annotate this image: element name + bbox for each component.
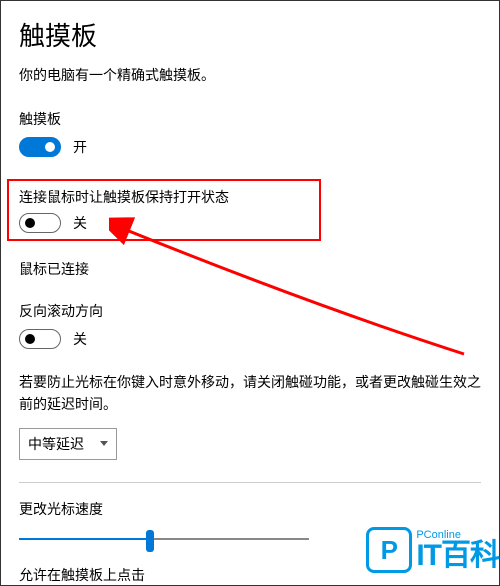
watermark: P PConline IT百科	[366, 527, 499, 573]
cursor-speed-label: 更改光标速度	[19, 499, 481, 519]
watermark-logo: P	[366, 527, 412, 573]
watermark-big: IT百科	[416, 541, 499, 571]
highlighted-setting: 连接鼠标时让触摸板保持打开状态 关	[7, 179, 321, 241]
cursor-speed-slider[interactable]	[19, 527, 309, 551]
reverse-scroll-state: 关	[73, 329, 87, 349]
keep-on-mouse-state: 关	[73, 213, 87, 233]
section-divider	[19, 482, 481, 483]
page-title: 触摸板	[19, 16, 481, 53]
touchpad-toggle[interactable]	[19, 137, 61, 157]
prevent-cursor-help: 若要防止光标在你键入时意外移动，请关闭触碰功能，或者更改触碰生效之前的延迟时间。	[19, 371, 481, 416]
keep-on-mouse-label: 连接鼠标时让触摸板保持打开状态	[19, 187, 309, 207]
page-subtitle: 你的电脑有一个精确式触摸板。	[19, 65, 481, 85]
delay-dropdown[interactable]: 中等延迟	[19, 428, 117, 460]
setting-reverse-scroll: 反向滚动方向 关	[19, 301, 481, 349]
touchpad-state: 开	[73, 137, 87, 157]
reverse-scroll-label: 反向滚动方向	[19, 301, 481, 321]
chevron-down-icon	[100, 441, 108, 446]
mouse-connected-status: 鼠标已连接	[19, 259, 481, 279]
reverse-scroll-toggle[interactable]	[19, 329, 61, 349]
delay-dropdown-value: 中等延迟	[28, 434, 84, 454]
touchpad-label: 触摸板	[19, 109, 481, 129]
keep-on-mouse-toggle[interactable]	[19, 213, 61, 233]
setting-touchpad: 触摸板 开	[19, 109, 481, 157]
slider-thumb[interactable]	[146, 530, 154, 552]
